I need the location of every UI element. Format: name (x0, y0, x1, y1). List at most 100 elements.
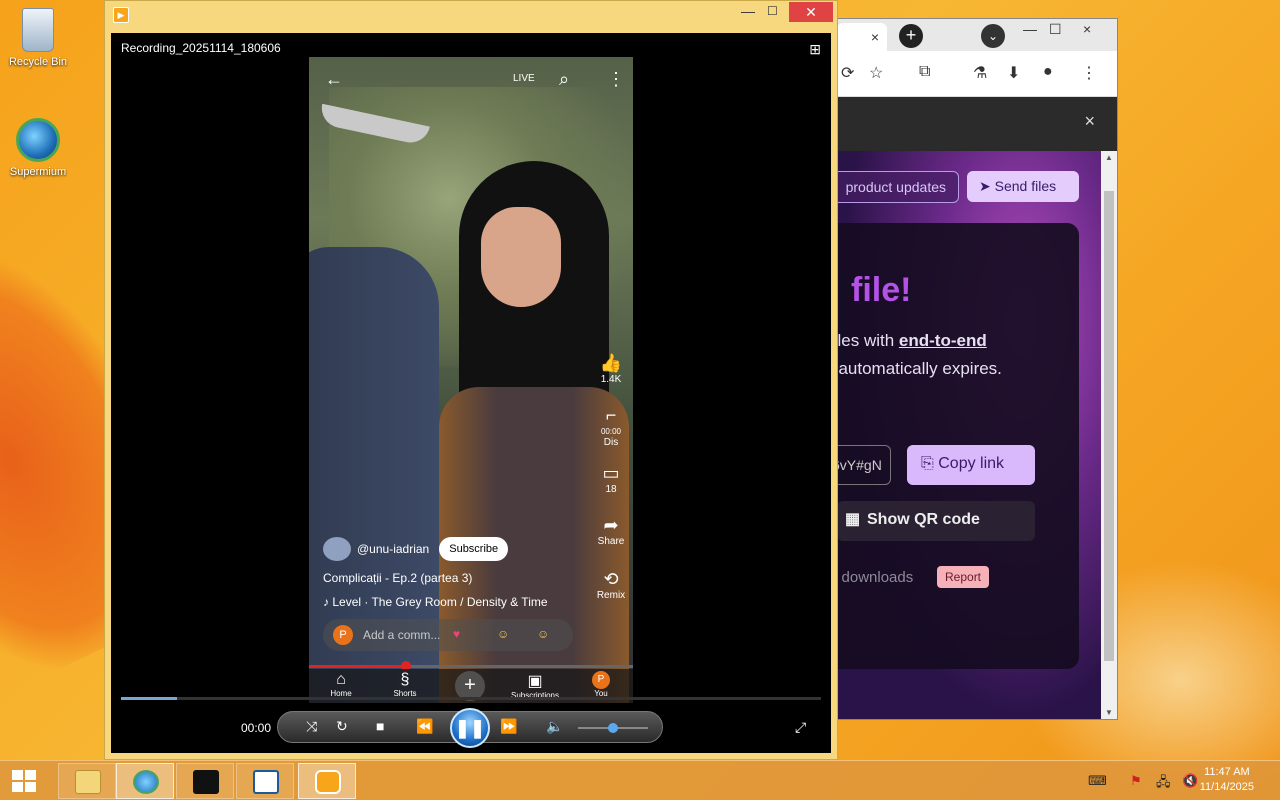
close-button[interactable]: × (1083, 21, 1091, 37)
like-button[interactable]: 👍 1.4K (589, 353, 633, 385)
comments-button[interactable]: ▭ 18 (589, 463, 633, 495)
smile-emoji-icon[interactable]: ☺ (537, 627, 549, 641)
profile-icon[interactable]: ● (1043, 63, 1053, 81)
dislike-button[interactable]: ⌐ 00:00 Dis (589, 405, 633, 448)
new-tab-button[interactable]: + (899, 24, 923, 48)
copy-link-label: Copy link (938, 455, 1005, 472)
fast-forward-icon[interactable]: ⏩ (500, 718, 517, 735)
fullscreen-icon[interactable]: ⤢ (795, 719, 806, 736)
player-titlebar: ▶ — ☐ ✕ (105, 1, 837, 31)
recording-filename: Recording_20251114_180606 (121, 41, 281, 55)
system-clock[interactable]: 11:47 AM 11/14/2025 (1200, 765, 1254, 795)
tab-search-button[interactable]: ⌄ (981, 24, 1005, 48)
home-icon: ⌂ (336, 671, 346, 688)
browser-infobar: × (837, 97, 1117, 149)
volume-knob[interactable] (608, 723, 618, 733)
volume-icon[interactable]: 🔈 (546, 718, 563, 735)
thumbs-down-icon: ⌐ (605, 405, 617, 425)
pause-button[interactable]: ❚❚ (450, 708, 490, 748)
layout-toggle-icon[interactable]: ⊞ (809, 41, 821, 58)
subscribe-button[interactable]: Subscribe (439, 537, 509, 561)
comment-placeholder: Add a comm... (363, 628, 441, 642)
video-title[interactable]: Complicații - Ep.2 (partea 3) (323, 571, 472, 585)
send-files-label: Send files (994, 178, 1057, 194)
start-button[interactable] (12, 770, 38, 792)
tab-close-icon[interactable]: × (871, 29, 879, 45)
shorts-video-frame[interactable]: ← LIVE ⌕ ⋮ 👍 1.4K ⌐ 00:00 Dis ▭ 18 ➦ Sha… (309, 57, 633, 703)
close-button[interactable]: ✕ (789, 2, 833, 22)
channel-handle[interactable]: @unu-iadrian (357, 542, 429, 556)
back-arrow-icon[interactable]: ← (325, 69, 343, 90)
heart-emoji-icon[interactable]: ♥ (453, 627, 460, 641)
labs-flask-icon[interactable]: ⚗ (973, 63, 987, 83)
share-link-field[interactable]: 6vY#gN (837, 445, 891, 485)
report-button[interactable]: Report (937, 566, 990, 588)
card-body-line2: t automatically expires. (837, 359, 1002, 378)
nav-shorts[interactable]: § Shorts (375, 671, 435, 698)
reload-icon[interactable]: ⟳ (841, 63, 854, 83)
desktop-icon-recycle-bin[interactable]: Recycle Bin (0, 8, 78, 68)
download-icon[interactable]: ⬇ (1007, 63, 1020, 83)
player-seek-bar[interactable] (121, 697, 821, 700)
search-icon[interactable]: ⌕ (559, 69, 569, 90)
laugh-emoji-icon[interactable]: ☺ (497, 627, 509, 641)
nav-you[interactable]: P You (571, 671, 631, 698)
taskbar-file-explorer[interactable] (58, 763, 116, 799)
product-updates-button[interactable]: product updates (837, 171, 959, 203)
copy-icon: ⎘ (921, 455, 939, 472)
shuffle-icon[interactable]: ⤨ (306, 718, 317, 735)
share-icon: ➦ (603, 515, 619, 535)
show-qr-button[interactable]: ▦ Show QR code (837, 501, 1035, 541)
nav-subscriptions[interactable]: ▣ Subscriptions (505, 671, 565, 700)
overlay-time: 00:00 (600, 427, 622, 436)
scroll-up-icon[interactable]: ▲ (1105, 153, 1113, 162)
supermium-browser-icon (133, 770, 159, 794)
volume-slider[interactable] (578, 723, 648, 733)
browser-tab[interactable]: × (837, 23, 887, 51)
desktop-icon-supermium[interactable]: Supermium (0, 118, 78, 178)
shorts-progress-bar[interactable] (309, 661, 633, 671)
minimize-button[interactable]: — (741, 3, 755, 19)
user-avatar: P (333, 625, 353, 645)
infobar-close-icon[interactable]: × (1084, 111, 1095, 132)
scrollbar-thumb[interactable] (1104, 191, 1114, 661)
send-files-button[interactable]: ➤ Send files (967, 171, 1079, 202)
maximize-button[interactable]: ☐ (1049, 21, 1062, 38)
taskbar: ⌨ ⚑ 🖧 🔇 11:47 AM 11/14/2025 (0, 760, 1280, 800)
keyboard-icon[interactable]: ⌨ (1088, 773, 1107, 789)
card-headline: file! (851, 271, 912, 309)
shorts-progress-fill (309, 665, 405, 668)
menu-kebab-icon[interactable]: ⋮ (1081, 63, 1097, 83)
game-app-icon (193, 770, 219, 794)
maximize-button[interactable]: ☐ (767, 4, 778, 18)
repeat-icon[interactable]: ↻ (336, 718, 348, 735)
channel-avatar[interactable] (323, 537, 351, 561)
live-icon[interactable]: LIVE (513, 73, 535, 84)
taskbar-media-player[interactable] (298, 763, 356, 799)
bookmark-star-icon[interactable]: ☆ (869, 63, 883, 83)
taskbar-supermium[interactable] (116, 763, 174, 799)
stop-icon[interactable]: ■ (376, 718, 384, 734)
like-count: 1.4K (600, 374, 622, 385)
subscriptions-icon: ▣ (527, 673, 543, 690)
copy-link-button[interactable]: ⎘ Copy link (907, 445, 1035, 485)
extensions-icon[interactable]: ⧉ (919, 63, 930, 81)
music-credit[interactable]: ♪ Level · The Grey Room / Density & Time (323, 595, 548, 609)
nav-home[interactable]: ⌂ Home (311, 671, 371, 698)
video-area[interactable]: Recording_20251114_180606 ⊞ ← LIVE ⌕ ⋮ 👍… (111, 33, 831, 753)
clock-date: 11/14/2025 (1199, 781, 1254, 793)
scroll-down-icon[interactable]: ▼ (1105, 708, 1113, 717)
rewind-icon[interactable]: ⏪ (416, 718, 433, 735)
action-center-icon[interactable]: ⚑ (1130, 773, 1142, 789)
page-scrollbar[interactable]: ▲ ▼ (1101, 151, 1117, 719)
share-button[interactable]: ➦ Share (589, 515, 633, 547)
volume-muted-icon[interactable]: 🔇 (1182, 773, 1198, 789)
remix-button[interactable]: ⟲ Remix (589, 569, 633, 601)
minimize-button[interactable]: — (1023, 21, 1037, 37)
network-icon[interactable]: 🖧 (1156, 773, 1171, 795)
taskbar-app-1[interactable] (176, 763, 234, 799)
more-options-icon[interactable]: ⋮ (607, 69, 625, 90)
current-time: 00:00 (241, 721, 272, 735)
comment-input[interactable]: P Add a comm... ♥ ☺ ☺ (323, 619, 573, 651)
taskbar-solitaire[interactable] (236, 763, 294, 799)
